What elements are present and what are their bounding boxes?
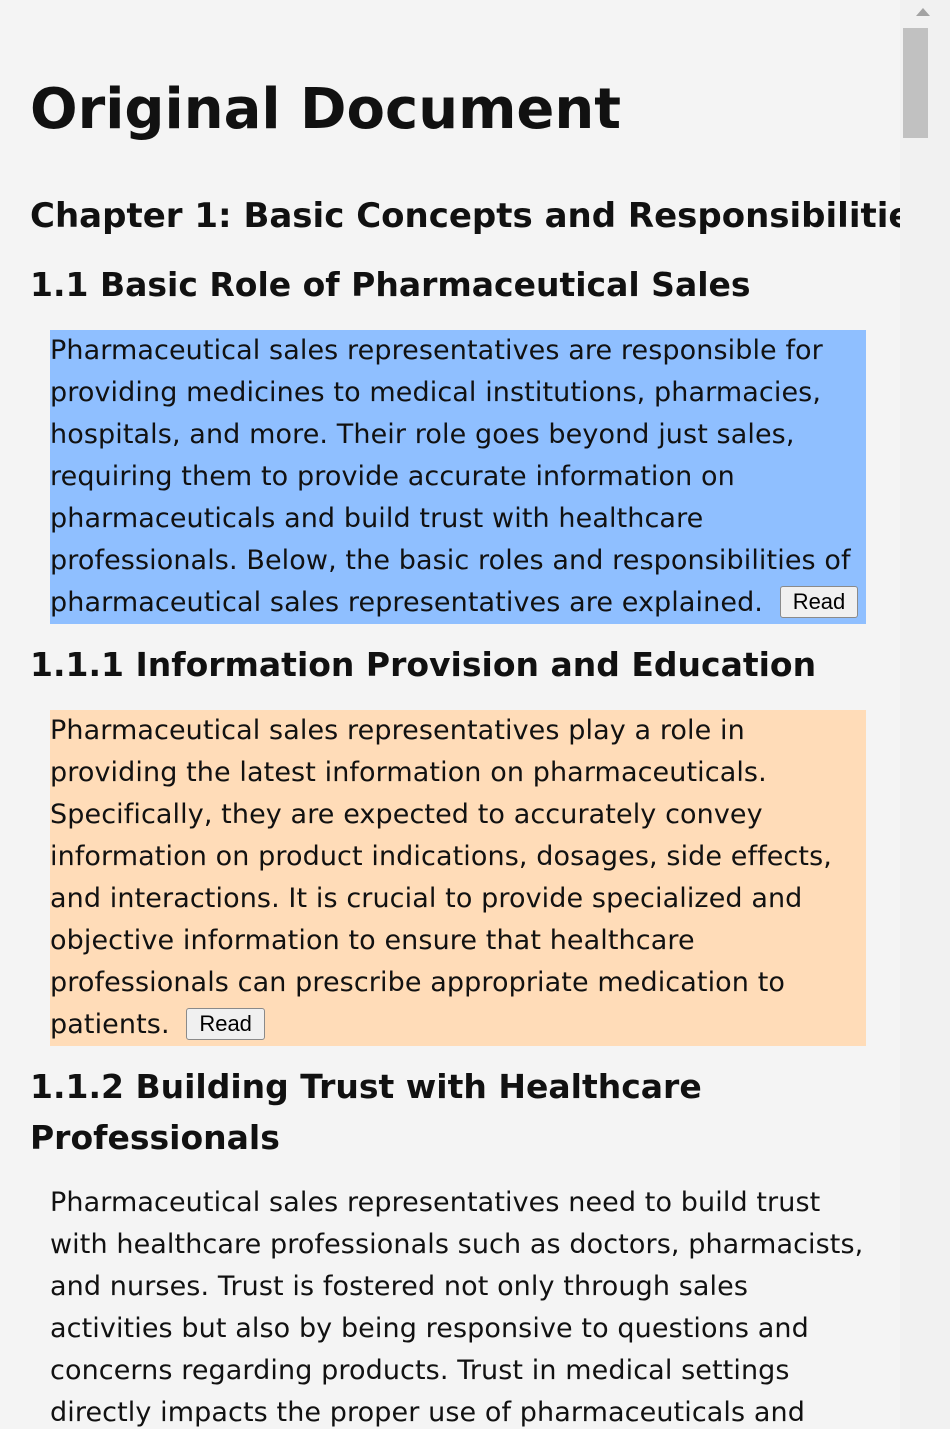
read-button[interactable]: Read [779, 586, 859, 618]
paragraph-text: Pharmaceutical sales representatives pla… [50, 715, 832, 1040]
section-heading-1-1-2: 1.1.2 Building Trust with Healthcare Pro… [30, 1067, 702, 1157]
paragraph-1-1: Pharmaceutical sales representatives are… [50, 330, 866, 624]
read-button[interactable]: Read [186, 1008, 265, 1040]
section-heading-1-1: 1.1 Basic Role of Pharmaceutical Sales [30, 265, 751, 304]
document-viewport[interactable]: Original Document Chapter 1: Basic Conce… [0, 0, 900, 1429]
scrollbar-thumb[interactable] [903, 28, 928, 138]
paragraph-text: Pharmaceutical sales representatives are… [50, 335, 851, 618]
section-heading-1-1-1: 1.1.1 Information Provision and Educatio… [30, 645, 817, 684]
paragraph-text: Pharmaceutical sales representatives nee… [50, 1187, 864, 1428]
document-title: Original Document [30, 77, 622, 142]
vertical-scrollbar[interactable] [900, 0, 950, 1429]
paragraph-1-1-1: Pharmaceutical sales representatives pla… [50, 710, 866, 1046]
scroll-up-arrow-icon[interactable] [916, 8, 930, 16]
chapter-heading: Chapter 1: Basic Concepts and Responsibi… [30, 196, 900, 236]
paragraph-1-1-2: Pharmaceutical sales representatives nee… [50, 1182, 866, 1429]
